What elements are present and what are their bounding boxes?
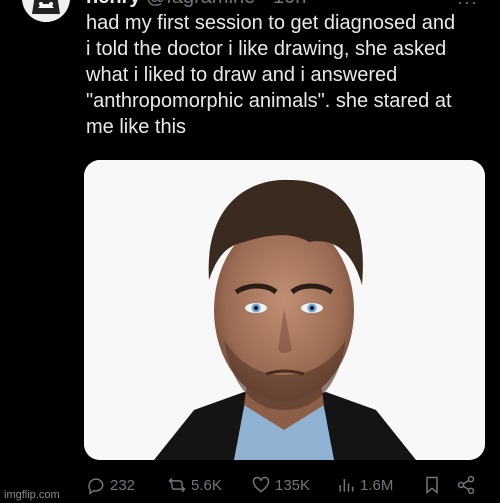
author-name[interactable]: henry xyxy=(86,0,140,8)
bookmark-icon xyxy=(426,476,438,495)
repost-count: 5.6K xyxy=(191,476,222,494)
like-button[interactable]: 135K xyxy=(251,472,310,498)
share-button[interactable] xyxy=(456,472,476,498)
share-icon xyxy=(457,475,475,495)
tweet-text: had my first session to get diagnosed an… xyxy=(86,12,456,138)
avatar-image xyxy=(22,0,70,22)
repost-icon xyxy=(168,477,186,493)
repost-button[interactable]: 5.6K xyxy=(167,472,222,498)
bookmark-button[interactable] xyxy=(422,472,442,498)
tweet-time[interactable]: · 10h xyxy=(261,0,307,8)
like-count: 135K xyxy=(275,476,311,494)
portrait-image xyxy=(84,160,485,460)
tweet-header: henry @fagramine · 10h xyxy=(86,0,306,8)
avatar[interactable] xyxy=(22,0,70,22)
tweet-actions: 232 5.6K 135K 1.6M xyxy=(84,472,484,498)
reply-icon xyxy=(88,478,104,495)
views-button[interactable]: 1.6M xyxy=(336,472,393,498)
views-count: 1.6M xyxy=(360,476,394,494)
heart-icon xyxy=(252,476,270,493)
author-handle[interactable]: @fagramine xyxy=(146,0,255,8)
views-icon xyxy=(339,479,354,492)
reply-count: 232 xyxy=(110,476,136,494)
reply-button[interactable]: 232 xyxy=(86,472,135,498)
imgflip-watermark: imgflip.com xyxy=(4,489,60,501)
tweet-media[interactable] xyxy=(84,160,485,460)
